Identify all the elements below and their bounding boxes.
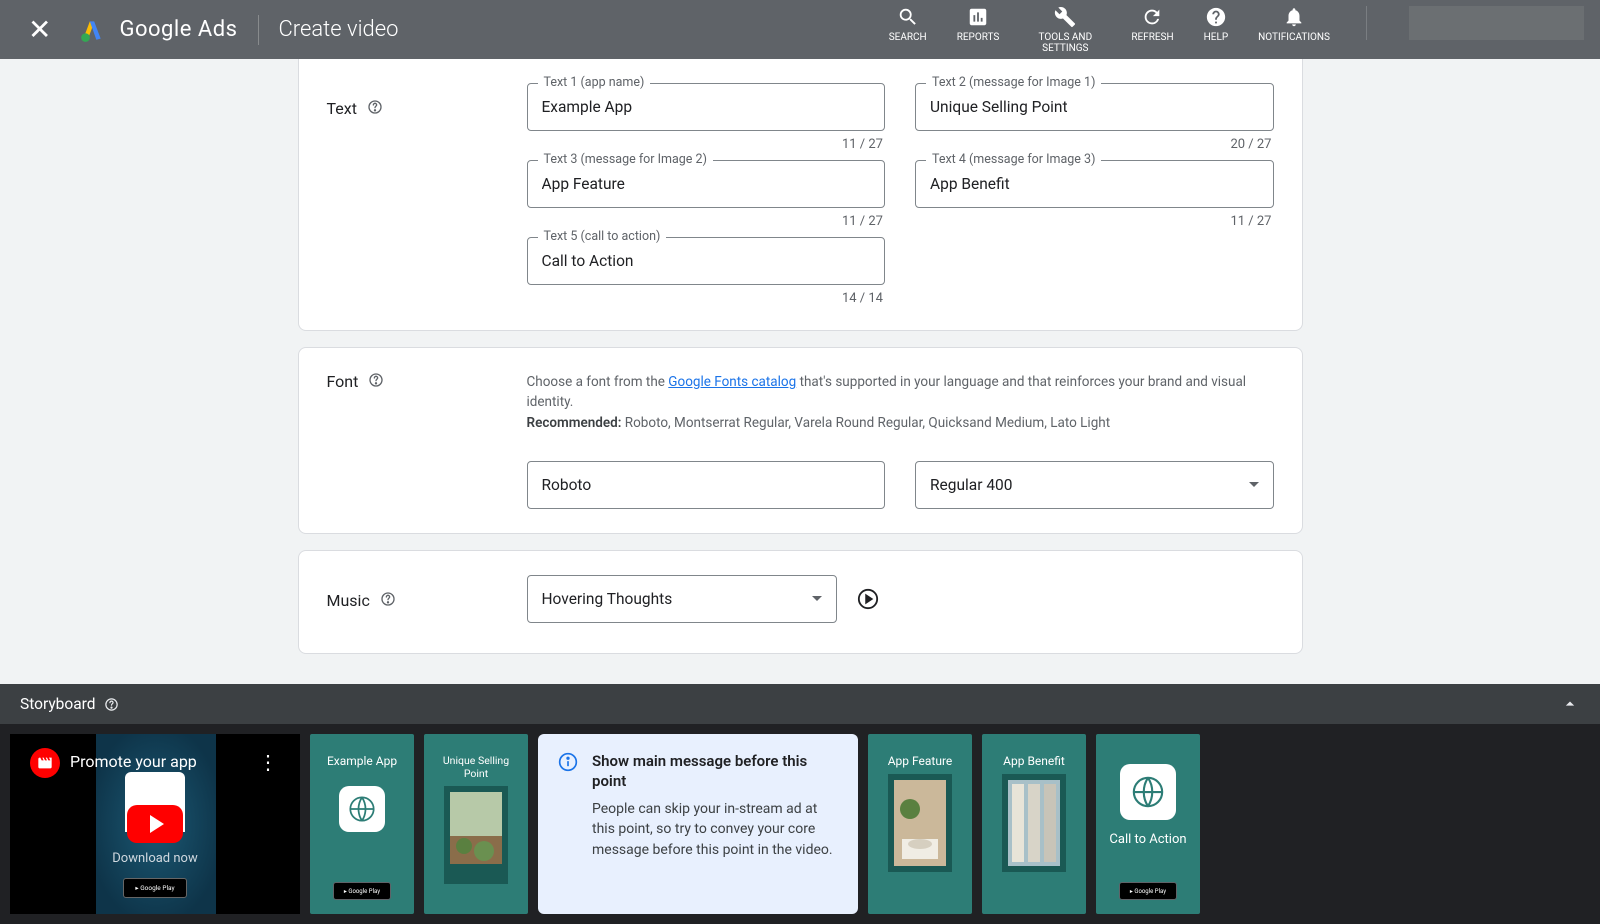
logo-area: Google Ads xyxy=(79,17,237,43)
header-actions: SEARCH REPORTS TOOLS AND SETTINGS REFRES… xyxy=(889,6,1584,54)
text-5-label: Text 5 (call to action) xyxy=(538,229,667,244)
frame-1-text: Example App xyxy=(321,754,403,768)
storyboard-header: Storyboard xyxy=(0,684,1600,724)
help-icon[interactable] xyxy=(104,697,119,712)
google-play-badge: ▸ Google Play xyxy=(1119,882,1177,900)
text-4-label: Text 4 (message for Image 3) xyxy=(926,152,1101,167)
text-3-count: 11 / 27 xyxy=(842,214,883,229)
music-card: Music Hovering Thoughts xyxy=(298,550,1303,654)
product-name: Google Ads xyxy=(119,17,237,42)
video-title: Promote your app xyxy=(70,752,197,771)
text-3-input[interactable] xyxy=(542,175,871,193)
account-menu-placeholder[interactable] xyxy=(1409,6,1584,40)
storyboard-title: Storyboard xyxy=(20,695,96,713)
storyboard-frame-2[interactable]: Unique Selling Point xyxy=(424,734,528,914)
help-icon[interactable] xyxy=(368,372,384,388)
text-2-count: 20 / 27 xyxy=(1230,137,1271,152)
text-2-label: Text 2 (message for Image 1) xyxy=(926,75,1101,90)
font-family-input[interactable] xyxy=(527,461,886,509)
download-text: Download now xyxy=(112,851,197,866)
video-more-button[interactable]: ⋮ xyxy=(258,750,280,774)
text-5-input[interactable] xyxy=(542,252,871,270)
google-fonts-link[interactable]: Google Fonts catalog xyxy=(668,374,796,390)
frame-3-image xyxy=(888,774,952,872)
text-1-input[interactable] xyxy=(542,98,871,116)
header-divider xyxy=(258,15,259,45)
google-ads-logo-icon xyxy=(79,17,105,43)
font-description: Choose a font from the Google Fonts cata… xyxy=(527,372,1274,433)
frame-2-text: Unique Selling Point xyxy=(424,754,528,780)
font-body: Choose a font from the Google Fonts cata… xyxy=(527,372,1274,509)
text-1-field: Text 1 (app name) 11 / 27 xyxy=(527,83,886,152)
app-icon xyxy=(339,786,385,832)
collapse-icon[interactable] xyxy=(1560,694,1580,714)
text-5-count: 14 / 14 xyxy=(842,291,883,306)
reports-button[interactable]: REPORTS xyxy=(957,6,1000,43)
bell-icon xyxy=(1283,6,1305,28)
wrench-icon xyxy=(1054,6,1076,28)
storyboard-frame-3[interactable]: App Feature xyxy=(868,734,972,914)
chevron-down-icon xyxy=(812,596,822,601)
text-3-label: Text 3 (message for Image 2) xyxy=(538,152,713,167)
reports-icon xyxy=(967,6,989,28)
app-icon xyxy=(1120,764,1176,820)
storyboard-track: Promote your app ⋮ Download now ▸ Google… xyxy=(0,724,1600,924)
text-1-label: Text 1 (app name) xyxy=(538,75,651,90)
music-track-value: Hovering Thoughts xyxy=(542,590,673,608)
text-4-field: Text 4 (message for Image 3) 11 / 27 xyxy=(915,160,1274,229)
font-card: Font Choose a font from the Google Fonts… xyxy=(298,347,1303,534)
storyboard-frame-1[interactable]: Example App ▸ Google Play xyxy=(310,734,414,914)
help-circle-icon xyxy=(1205,6,1227,28)
refresh-button[interactable]: REFRESH xyxy=(1131,6,1173,43)
storyboard-panel: Storyboard Promote your app ⋮ Download n… xyxy=(0,684,1600,924)
music-section-label: Music xyxy=(327,575,487,623)
help-icon[interactable] xyxy=(367,99,383,115)
text-card: Text Text 1 (app name) 11 / 27 Text 2 (m… xyxy=(298,59,1303,331)
text-2-field: Text 2 (message for Image 1) 20 / 27 xyxy=(915,83,1274,152)
header-divider-2 xyxy=(1366,6,1367,40)
video-preview-frame[interactable]: Promote your app ⋮ Download now ▸ Google… xyxy=(10,734,300,914)
tools-settings-button[interactable]: TOOLS AND SETTINGS xyxy=(1029,6,1101,54)
chevron-down-icon xyxy=(1249,482,1259,487)
play-preview-button[interactable] xyxy=(857,588,879,610)
text-4-count: 11 / 27 xyxy=(1230,214,1271,229)
frame-3-text: App Feature xyxy=(882,754,959,768)
music-track-select[interactable]: Hovering Thoughts xyxy=(527,575,837,623)
tip-body: People can skip your in-stream ad at thi… xyxy=(592,799,838,860)
search-button[interactable]: SEARCH xyxy=(889,6,927,43)
storyboard-tip: Show main message before this point Peop… xyxy=(538,734,858,914)
help-icon[interactable] xyxy=(380,591,396,607)
text-1-count: 11 / 27 xyxy=(842,137,883,152)
info-icon xyxy=(558,752,578,772)
text-3-field: Text 3 (message for Image 2) 11 / 27 xyxy=(527,160,886,229)
help-button[interactable]: HELP xyxy=(1204,6,1229,43)
frame-5-text: Call to Action xyxy=(1103,832,1192,847)
frame-4-text: App Benefit xyxy=(997,754,1071,768)
font-weight-select[interactable]: Regular 400 xyxy=(915,461,1274,509)
search-icon xyxy=(897,6,919,28)
frame-2-image xyxy=(444,786,508,884)
page-title: Create video xyxy=(279,17,399,42)
text-5-field: Text 5 (call to action) 14 / 14 xyxy=(527,237,886,306)
font-section-label: Font xyxy=(327,372,487,509)
font-weight-value: Regular 400 xyxy=(930,476,1012,494)
refresh-icon xyxy=(1141,6,1163,28)
storyboard-frame-5[interactable]: Call to Action ▸ Google Play xyxy=(1096,734,1200,914)
notifications-button[interactable]: NOTIFICATIONS xyxy=(1258,6,1330,43)
google-play-badge: ▸ Google Play xyxy=(333,882,391,900)
text-2-input[interactable] xyxy=(930,98,1259,116)
font-family-field[interactable] xyxy=(542,476,871,494)
close-button[interactable]: ✕ xyxy=(16,13,63,46)
text-4-input[interactable] xyxy=(930,175,1259,193)
director-icon xyxy=(30,748,60,778)
storyboard-frame-4[interactable]: App Benefit xyxy=(982,734,1086,914)
text-section-label: Text xyxy=(327,83,487,306)
play-button[interactable] xyxy=(127,805,183,843)
text-fields: Text 1 (app name) 11 / 27 Text 2 (messag… xyxy=(527,83,1274,306)
frame-4-image xyxy=(1002,774,1066,872)
app-header: ✕ Google Ads Create video SEARCH REPORTS… xyxy=(0,0,1600,59)
tip-title: Show main message before this point xyxy=(592,752,838,791)
google-play-badge: ▸ Google Play xyxy=(123,878,187,898)
